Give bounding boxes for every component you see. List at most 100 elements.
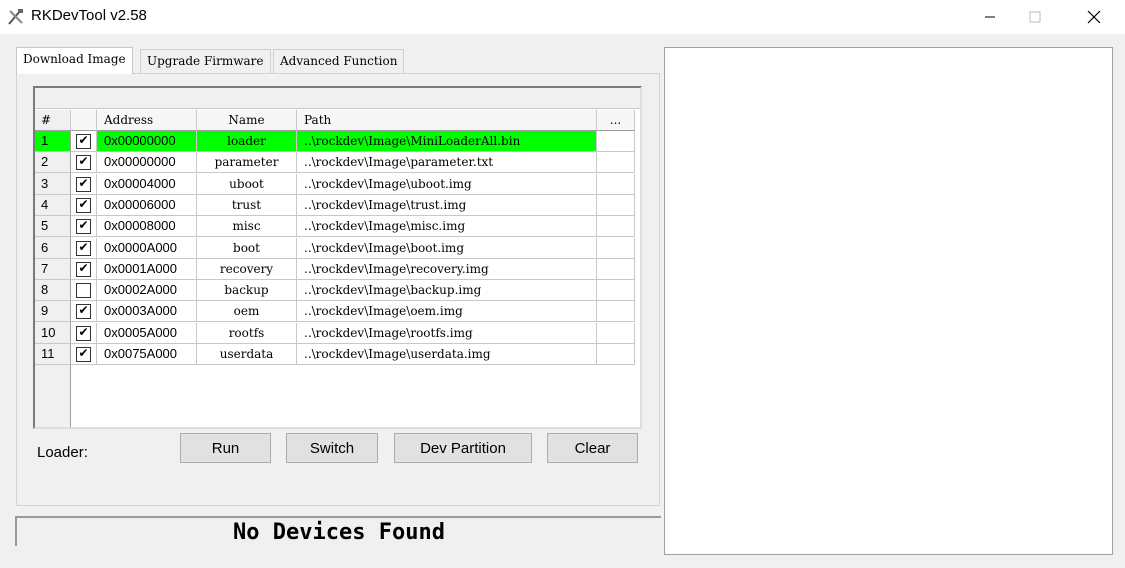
row-num: 8 [35,280,71,302]
row-num: 1 [35,131,71,152]
close-button[interactable] [1071,0,1117,34]
row-num: 5 [35,216,71,238]
app-tools-icon [7,8,25,26]
row-checkbox-cell [71,280,97,302]
maximize-icon [1029,11,1041,23]
table-row[interactable]: 4 ✔ 0x00006000 trust ..\rockdev\Image\trust.… [35,194,635,216]
unchecked-checkbox[interactable] [76,283,91,299]
row-browse-cell[interactable] [597,344,635,365]
row-num: 4 [35,194,71,216]
table-row[interactable]: 6 ✔ 0x0000A000 boot ..\rockdev\Image\boot.im… [35,237,635,259]
table-row[interactable]: 3 ✔ 0x00004000 uboot ..\rockdev\Image\uboot.… [35,173,635,195]
table-row[interactable]: 11 ✔ 0x0075A000 userdata ..\rockdev\Image\us… [35,344,635,365]
partition-table[interactable]: # Address Name Path ... 1 ✔ 0x00000000 load… [33,86,642,429]
row-path[interactable]: ..\rockdev\Image\oem.img [297,301,597,323]
clear-button[interactable]: Clear [547,433,638,463]
row-path[interactable]: ..\rockdev\Image\MiniLoaderAll.bin [297,131,597,152]
row-browse-cell[interactable] [597,258,635,280]
row-path[interactable]: ..\rockdev\Image\recovery.img [297,258,597,280]
row-name: oem [197,301,297,323]
row-name: userdata [197,344,297,365]
checked-checkbox[interactable]: ✔ [76,347,91,362]
table-top-bar [35,88,640,109]
table-row[interactable]: 9 ✔ 0x0003A000 oem ..\rockdev\Image\oem.img [35,301,635,323]
header-check [71,110,97,131]
row-path[interactable]: ..\rockdev\Image\uboot.img [297,173,597,195]
row-path[interactable]: ..\rockdev\Image\rootfs.img [297,322,597,344]
row-address[interactable]: 0x00008000 [97,216,197,238]
table-row[interactable]: 8 0x0002A000 backup ..\rockdev\Image\backup… [35,280,635,302]
close-icon [1087,10,1101,24]
row-address[interactable]: 0x00000000 [97,131,197,152]
switch-button[interactable]: Switch [286,433,378,463]
row-browse-cell[interactable] [597,173,635,195]
row-name: misc [197,216,297,238]
row-address[interactable]: 0x0000A000 [97,237,197,259]
row-browse-cell[interactable] [597,280,635,302]
table-row[interactable]: 5 ✔ 0x00008000 misc ..\rockdev\Image\misc.im… [35,216,635,238]
checked-checkbox[interactable]: ✔ [76,240,91,256]
row-name: trust [197,194,297,216]
table-row[interactable]: 10 ✔ 0x0005A000 rootfs ..\rockdev\Image\root… [35,322,635,344]
row-num: 10 [35,322,71,344]
row-path[interactable]: ..\rockdev\Image\boot.img [297,237,597,259]
checked-checkbox[interactable]: ✔ [76,155,91,171]
checked-checkbox[interactable]: ✔ [76,219,91,235]
tab-advanced-function[interactable]: Advanced Function [273,49,405,73]
title-bar [0,0,1125,34]
row-address[interactable]: 0x0003A000 [97,301,197,323]
checked-checkbox[interactable]: ✔ [76,325,91,341]
checked-checkbox[interactable]: ✔ [76,304,91,320]
row-checkbox-cell: ✔ [71,173,97,195]
row-browse-cell[interactable] [597,152,635,174]
row-checkbox-cell: ✔ [71,301,97,323]
row-address[interactable]: 0x0002A000 [97,280,197,302]
row-path[interactable]: ..\rockdev\Image\trust.img [297,194,597,216]
header-path[interactable]: Path [297,110,597,131]
row-name: rootfs [197,322,297,344]
checked-checkbox[interactable]: ✔ [76,134,91,149]
checked-checkbox[interactable]: ✔ [76,261,91,277]
row-path[interactable]: ..\rockdev\Image\backup.img [297,280,597,302]
dev-partition-button[interactable]: Dev Partition [394,433,532,463]
row-browse-cell[interactable] [597,131,635,152]
header-address[interactable]: Address [97,110,197,131]
row-address[interactable]: 0x00006000 [97,194,197,216]
row-browse-cell[interactable] [597,237,635,259]
row-checkbox-cell: ✔ [71,216,97,238]
log-panel[interactable] [664,47,1113,555]
row-checkbox-cell: ✔ [71,322,97,344]
tab-upgrade-firmware[interactable]: Upgrade Firmware [140,49,271,73]
row-address[interactable]: 0x00004000 [97,173,197,195]
row-num: 7 [35,258,71,280]
row-checkbox-cell: ✔ [71,152,97,174]
row-address[interactable]: 0x00000000 [97,152,197,174]
row-browse-cell[interactable] [597,216,635,238]
maximize-button[interactable] [1012,0,1058,34]
tab-download-image[interactable]: Download Image [16,47,133,74]
table-row[interactable]: 7 ✔ 0x0001A000 recovery ..\rockdev\Image\rec… [35,258,635,280]
header-name[interactable]: Name [197,110,297,131]
header-browse[interactable]: ... [597,110,635,131]
header-number: # [35,110,71,131]
run-button[interactable]: Run [180,433,271,463]
row-browse-cell[interactable] [597,322,635,344]
row-path[interactable]: ..\rockdev\Image\misc.img [297,216,597,238]
row-checkbox-cell: ✔ [71,237,97,259]
row-address[interactable]: 0x0075A000 [97,344,197,365]
checked-checkbox[interactable]: ✔ [76,176,91,192]
row-num: 9 [35,301,71,323]
checked-checkbox[interactable]: ✔ [76,197,91,213]
row-browse-cell[interactable] [597,194,635,216]
table-row[interactable]: 2 ✔ 0x00000000 parameter ..\rockdev\Image\pa… [35,152,635,174]
row-name: loader [197,131,297,152]
minimize-button[interactable] [967,0,1013,34]
row-path[interactable]: ..\rockdev\Image\parameter.txt [297,152,597,174]
row-num: 6 [35,237,71,259]
row-path[interactable]: ..\rockdev\Image\userdata.img [297,344,597,365]
row-address[interactable]: 0x0005A000 [97,322,197,344]
row-browse-cell[interactable] [597,301,635,323]
row-address[interactable]: 0x0001A000 [97,258,197,280]
minimize-icon [985,16,995,18]
table-row[interactable]: 1 ✔ 0x00000000 loader ..\rockdev\Image\MiniL… [35,131,635,152]
